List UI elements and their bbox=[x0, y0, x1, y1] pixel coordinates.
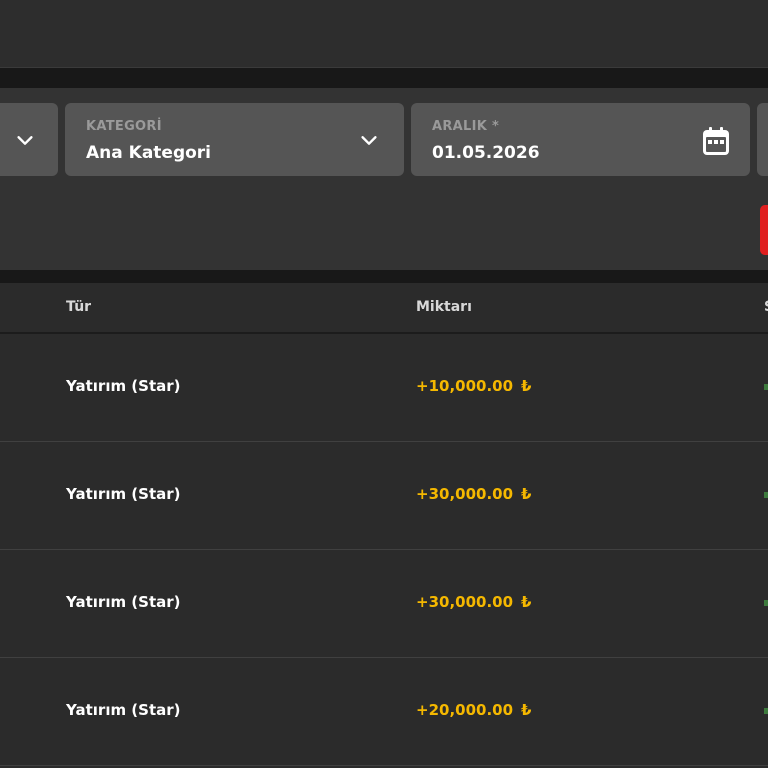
table-body: Yatırım (Star) +10,000.00 ₺ Yatırım (Star… bbox=[0, 334, 768, 766]
status-indicator bbox=[764, 600, 768, 606]
status-indicator bbox=[764, 708, 768, 714]
previous-filter-select[interactable] bbox=[0, 103, 58, 176]
action-button[interactable] bbox=[760, 205, 768, 255]
row-amount: +10,000.00 ₺ bbox=[416, 377, 532, 395]
chevron-down-icon bbox=[361, 136, 377, 145]
column-header-type: Tür bbox=[66, 299, 92, 315]
currency-symbol: ₺ bbox=[521, 485, 532, 503]
currency-symbol: ₺ bbox=[521, 593, 532, 611]
row-type: Yatırım (Star) bbox=[66, 701, 181, 719]
status-indicator bbox=[764, 492, 768, 498]
table-header: Tür Miktarı S bbox=[0, 283, 768, 334]
chevron-down-icon bbox=[17, 136, 33, 145]
currency-symbol: ₺ bbox=[521, 377, 532, 395]
table-row[interactable]: Yatırım (Star) +30,000.00 ₺ bbox=[0, 550, 768, 658]
row-amount: +30,000.00 ₺ bbox=[416, 593, 532, 611]
category-value: Ana Kategori bbox=[86, 143, 212, 163]
column-header-amount: Miktarı bbox=[416, 299, 472, 315]
category-label: KATEGORİ bbox=[86, 119, 162, 134]
column-header-partial: S bbox=[764, 299, 768, 315]
date-range-value: 01.05.2026 bbox=[432, 143, 540, 163]
row-type: Yatırım (Star) bbox=[66, 377, 181, 395]
next-filter-field[interactable] bbox=[757, 103, 768, 176]
row-amount: +20,000.00 ₺ bbox=[416, 701, 532, 719]
date-range-label: ARALIK * bbox=[432, 119, 500, 134]
category-select[interactable]: KATEGORİ Ana Kategori bbox=[65, 103, 404, 176]
top-bar bbox=[0, 0, 768, 68]
divider-band bbox=[0, 68, 768, 88]
table-row[interactable]: Yatırım (Star) +30,000.00 ₺ bbox=[0, 442, 768, 550]
row-type: Yatırım (Star) bbox=[66, 485, 181, 503]
table-row[interactable]: Yatırım (Star) +20,000.00 ₺ bbox=[0, 658, 768, 766]
date-range-field[interactable]: ARALIK * 01.05.2026 bbox=[411, 103, 750, 176]
row-type: Yatırım (Star) bbox=[66, 593, 181, 611]
currency-symbol: ₺ bbox=[521, 701, 532, 719]
row-amount: +30,000.00 ₺ bbox=[416, 485, 532, 503]
divider-band bbox=[0, 270, 768, 283]
table-row[interactable]: Yatırım (Star) +10,000.00 ₺ bbox=[0, 334, 768, 442]
status-indicator bbox=[764, 384, 768, 390]
calendar-icon[interactable] bbox=[700, 125, 732, 157]
filter-panel: KATEGORİ Ana Kategori ARALIK * 01.05.202… bbox=[0, 88, 768, 270]
